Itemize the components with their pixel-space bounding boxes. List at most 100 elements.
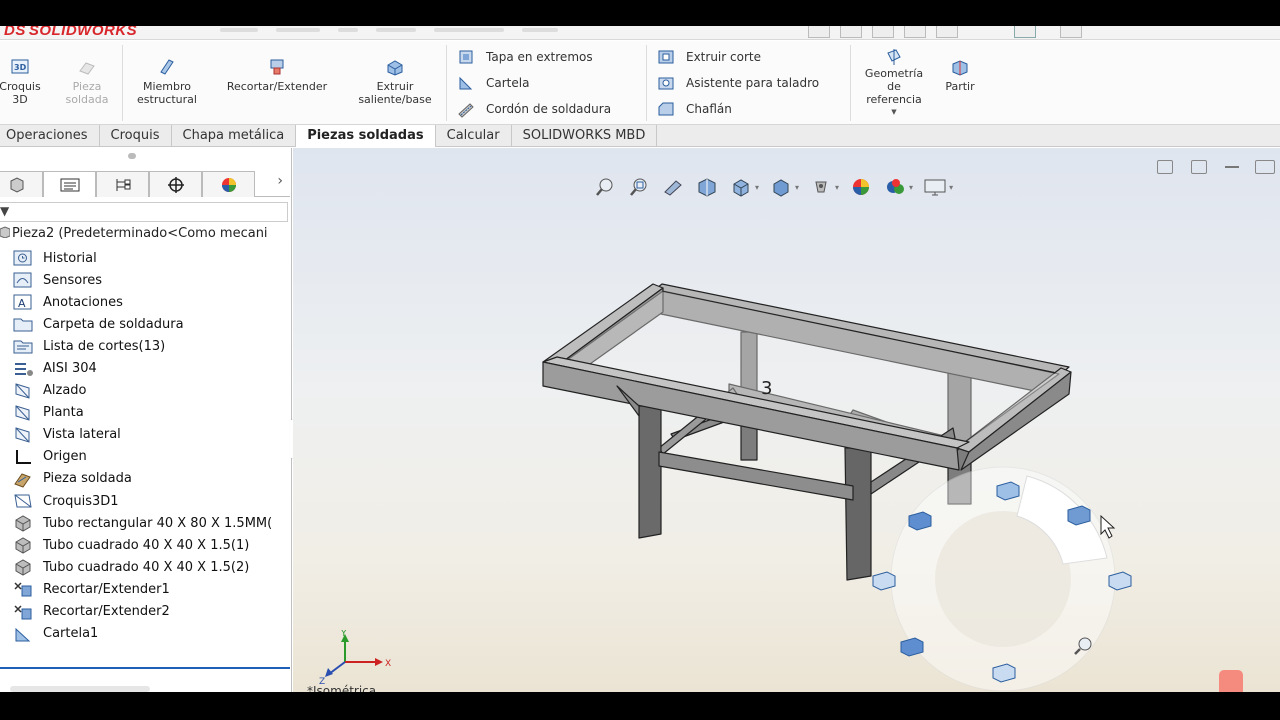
view-selector-ring[interactable] [853,464,1153,692]
horizontal-scrollbar[interactable] [10,686,150,692]
tab-feature-tree[interactable] [0,171,43,197]
tree-item-label: Pieza soldada [43,471,132,487]
svg-text:3D: 3D [14,63,27,72]
tree-item-label: Vista lateral [43,427,121,443]
tab-operaciones[interactable]: Operaciones [0,125,100,147]
tree-item[interactable]: Vista lateral [12,424,291,446]
crosshair-icon [167,176,184,193]
undo-button[interactable] [936,26,958,38]
recortar-extender-button[interactable]: Recortar/Extender [214,57,340,93]
extruir-corte-label: Extruir corte [686,50,761,64]
tab-croquis[interactable]: Croquis [100,125,172,147]
cartela-label: Cartela [486,76,530,90]
solidworks-window: DS SOLIDWORKS 3D Croquis 3D Pieza soldada… [0,26,1280,692]
tab-display-manager[interactable] [202,171,255,197]
filter-input[interactable] [0,202,288,222]
extruir-saliente-button[interactable]: Extruir saliente/base [348,57,442,106]
geometria-referencia-label: Geometría de referencia [864,67,924,106]
tab-configuration-manager[interactable] [96,171,149,197]
tree-item-label: Carpeta de soldadura [43,316,184,332]
view-name-label: *Isométrica [307,684,377,692]
tree-root-part[interactable]: Pieza2 (Predeterminado<Como mecani [0,224,268,244]
svg-text:Y: Y [340,630,347,639]
tree-item[interactable]: Origen [12,446,291,468]
recording-indicator[interactable] [1219,670,1243,692]
tree-item-label: Sensores [43,272,103,288]
options-button[interactable] [1060,26,1082,38]
geometria-referencia-button[interactable]: Geometría de referencia ▼ [856,47,932,119]
tree-item[interactable]: AISI 304 [12,357,291,379]
tree-item[interactable]: Tubo cuadrado 40 X 40 X 1.5(2) [12,556,291,578]
tree-item-label: Historial [43,250,97,266]
weld-bead-icon [458,103,474,118]
tree-item[interactable]: Recortar/Extender2 [12,601,291,623]
menu-bar[interactable] [220,26,620,36]
croquis-3d-button[interactable]: 3D Croquis 3D [0,57,42,106]
axis-triad: Y X Z [319,630,391,686]
feature-tree-icon [10,176,23,193]
tree-item[interactable]: Recortar/Extender1 [12,578,291,600]
tapa-en-extremos-label: Tapa en extremos [486,50,593,64]
panel-tabs [0,171,290,197]
tree-item-label: Recortar/Extender1 [43,581,170,597]
command-tabs: Operaciones Croquis Chapa metálica Pieza… [0,125,1280,147]
tree-item[interactable]: Croquis3D1 [12,490,291,512]
tree-item[interactable]: Tubo cuadrado 40 X 40 X 1.5(1) [12,534,291,556]
structural-member-icon [12,558,34,576]
tree-item[interactable]: A Anotaciones [12,291,291,313]
new-doc-button[interactable] [808,26,830,38]
filter-icon[interactable]: ▼ [0,204,9,218]
plane-icon [12,426,34,444]
tab-solidworks-mbd[interactable]: SOLIDWORKS MBD [512,125,658,147]
miembro-estructural-button[interactable]: Miembro estructural [126,57,208,106]
sensor-icon [12,271,34,289]
end-cap-icon [459,50,473,64]
rollback-bar[interactable] [0,667,290,669]
panel-grip[interactable] [128,153,136,159]
tree-item-label: AISI 304 [43,361,97,377]
hole-wizard-icon [658,77,674,90]
property-manager-icon [60,178,79,191]
tree-item[interactable]: Lista de cortes(13) [12,335,291,357]
cut-list-icon [12,337,34,355]
dimension-annotation: 3 [761,378,772,399]
tab-chapa-metalica[interactable]: Chapa metálica [172,125,297,147]
cordon-soldadura-button[interactable]: Cordón de soldadura [456,99,611,119]
tree-item-label: Tubo cuadrado 40 X 40 X 1.5(2) [43,559,250,575]
cartela-button[interactable]: Cartela [456,73,529,93]
tree-item[interactable]: Alzado [12,380,291,402]
open-button[interactable] [840,26,862,38]
tree-item-label: Lista de cortes(13) [43,338,166,354]
tree-item[interactable]: Tubo rectangular 40 X 80 X 1.5MM( [12,512,291,534]
tab-calcular[interactable]: Calcular [436,125,512,147]
tree-item[interactable]: Sensores [12,269,291,291]
tapa-en-extremos-button[interactable]: Tapa en extremos [456,47,593,67]
select-button[interactable] [1014,26,1036,38]
chevron-right-icon[interactable]: › [277,173,283,189]
save-button[interactable] [872,26,894,38]
configuration-icon [116,178,130,191]
tree-item[interactable]: Carpeta de soldadura [12,313,291,335]
graphics-area[interactable]: ▾ ▾ ▾ ▾ ▾ 3 Y X Z *Isométrica [293,148,1280,692]
weldment-icon [12,470,34,488]
tree-item-label: Origen [43,449,87,465]
trim-extend-icon [270,59,284,75]
partir-button[interactable]: Partir [936,57,984,93]
tree-item-label: Tubo cuadrado 40 X 40 X 1.5(1) [43,537,250,553]
asistente-taladro-button[interactable]: Asistente para taladro [656,73,819,93]
tree-item[interactable]: Pieza soldada [12,468,291,490]
feature-tree: Historial Sensores A Anotaciones Carpeta de … [12,247,291,645]
tree-item-label: Alzado [43,383,87,399]
tab-dimxpert[interactable] [149,171,202,197]
print-button[interactable] [904,26,926,38]
chaflan-button[interactable]: Chaflán [656,99,732,119]
tree-item[interactable]: Cartela1 [12,623,291,645]
tab-piezas-soldadas[interactable]: Piezas soldadas [296,125,436,147]
tree-item[interactable]: Planta [12,402,291,424]
tree-item[interactable]: Historial [12,247,291,269]
structural-member-icon [160,59,174,75]
extruir-corte-button[interactable]: Extruir corte [656,47,761,67]
tree-item-label: Planta [43,405,84,421]
plane-icon [12,382,34,400]
tab-property-manager[interactable] [43,171,96,197]
